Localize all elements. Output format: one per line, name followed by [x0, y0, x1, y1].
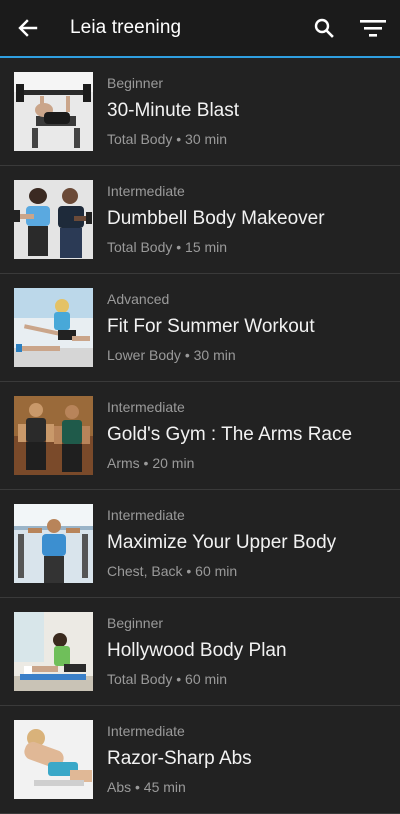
workout-level: Advanced [107, 291, 170, 307]
workout-name: 30-Minute Blast [107, 100, 240, 121]
workout-level: Intermediate [107, 507, 185, 523]
workout-level: Beginner [107, 75, 164, 91]
workout-meta: Arms • 20 min [107, 455, 195, 471]
workout-meta: Lower Body • 30 min [107, 347, 236, 363]
workout-name: Fit For Summer Workout [107, 316, 315, 337]
workout-meta: Abs • 45 min [107, 779, 186, 795]
page-title: Leia treening [70, 17, 182, 38]
workout-row[interactable]: Advanced Fit For Summer Workout Lower Bo… [0, 274, 400, 382]
workout-name: Dumbbell Body Makeover [107, 208, 325, 229]
bench-press-photo [14, 72, 93, 151]
workout-list: Beginner 30-Minute Blast Total Body • 30… [0, 58, 400, 814]
workout-row[interactable]: Intermediate Maximize Your Upper Body Ch… [0, 490, 400, 598]
workout-name: Gold's Gym : The Arms Race [107, 424, 353, 445]
workout-meta: Total Body • 30 min [107, 131, 228, 147]
abs-crunch-photo [14, 720, 93, 799]
workout-row[interactable]: Beginner Hollywood Body Plan Total Body … [0, 598, 400, 706]
workout-level: Intermediate [107, 723, 185, 739]
arrow-left-icon[interactable] [14, 14, 42, 42]
workout-name: Hollywood Body Plan [107, 640, 287, 661]
workout-row[interactable]: Intermediate Gold's Gym : The Arms Race … [0, 382, 400, 490]
workout-meta: Chest, Back • 60 min [107, 563, 238, 579]
arms-duo-photo [14, 396, 93, 475]
workout-name: Maximize Your Upper Body [107, 532, 337, 553]
workout-level: Intermediate [107, 399, 185, 415]
search-icon[interactable] [310, 14, 338, 42]
workout-row[interactable]: Intermediate Dumbbell Body Makeover Tota… [0, 166, 400, 274]
workout-row[interactable]: Beginner 30-Minute Blast Total Body • 30… [0, 58, 400, 166]
workout-meta: Total Body • 60 min [107, 671, 228, 687]
upper-body-photo [14, 504, 93, 583]
app-bar: Leia treening [0, 0, 400, 58]
filter-icon[interactable] [357, 14, 389, 42]
workout-row[interactable]: Intermediate Razor-Sharp Abs Abs • 45 mi… [0, 706, 400, 814]
situp-photo [14, 612, 93, 691]
workout-name: Razor-Sharp Abs [107, 748, 252, 769]
stretch-photo [14, 288, 93, 367]
dumbbell-couple-photo [14, 180, 93, 259]
workout-meta: Total Body • 15 min [107, 239, 228, 255]
workout-level: Intermediate [107, 183, 185, 199]
workout-level: Beginner [107, 615, 164, 631]
